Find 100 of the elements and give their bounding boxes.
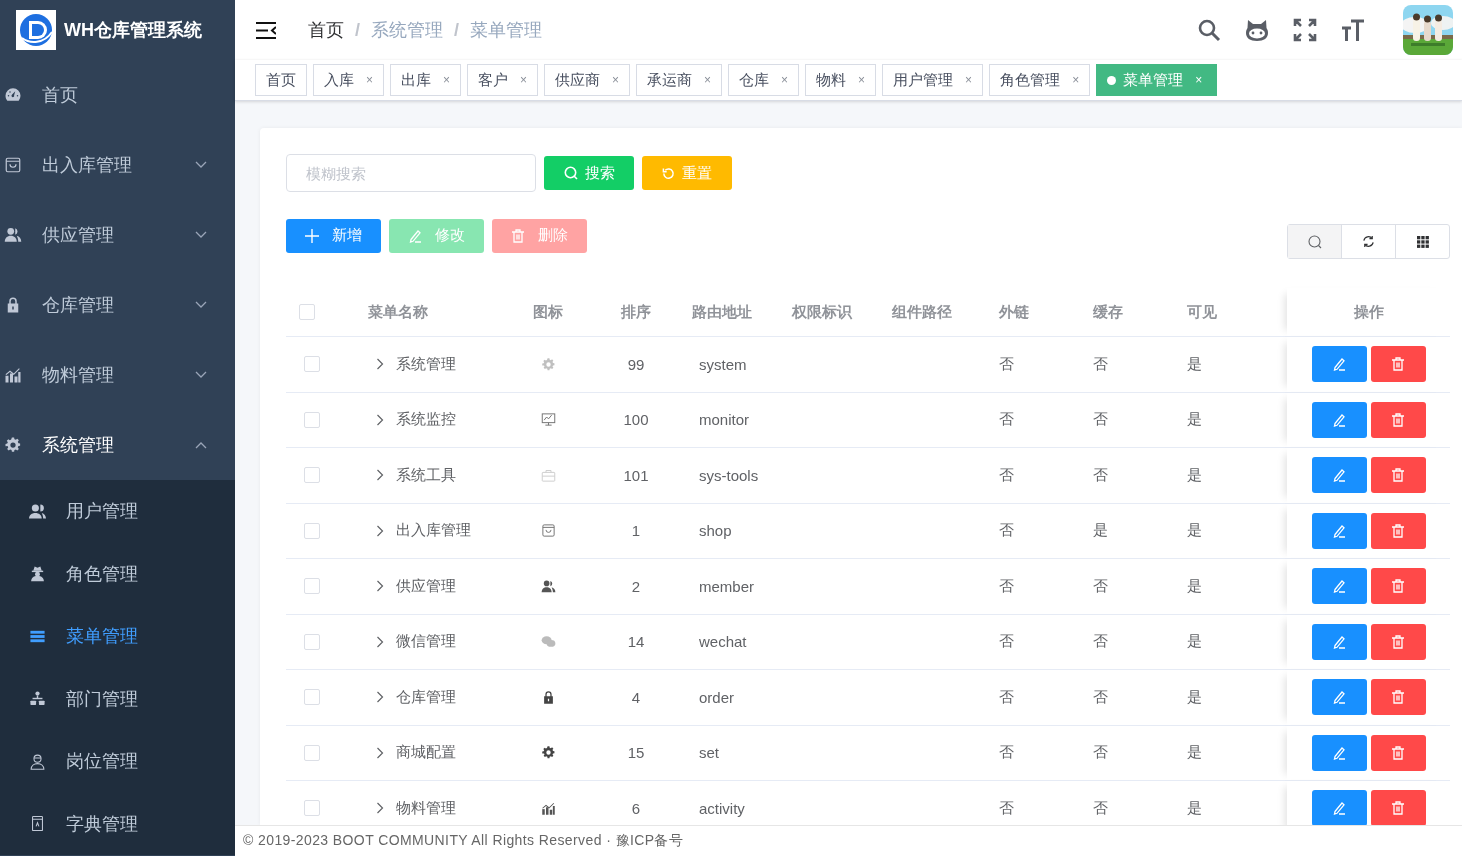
breadcrumb-item[interactable]: 首页 <box>308 18 344 42</box>
edit-button[interactable] <box>1311 512 1367 549</box>
delete-button[interactable] <box>1370 457 1426 494</box>
expand-icon[interactable] <box>376 635 384 648</box>
column-header: 权限标识 <box>792 302 853 322</box>
expand-icon[interactable] <box>376 802 384 815</box>
sidebar-item[interactable]: 首页 <box>0 60 235 130</box>
tab[interactable]: 仓库 × <box>728 64 800 96</box>
sidebar-item[interactable]: 物料管理 <box>0 340 235 410</box>
sidebar-subitem[interactable]: 部门管理 <box>0 667 235 730</box>
footer-text: © 2019-2023 BOOT COMMUNITY All Rights Reserved · 豫ICP备号 <box>243 832 684 850</box>
delete-button[interactable] <box>1370 734 1426 771</box>
add-button[interactable]: 新增 <box>286 218 381 253</box>
delete-button[interactable] <box>1370 401 1426 438</box>
close-icon[interactable]: × <box>520 73 528 87</box>
column-header: 排序 <box>620 302 652 322</box>
checkbox[interactable] <box>304 522 320 539</box>
tab[interactable]: 承运商 × <box>636 64 723 96</box>
delete-button[interactable] <box>1370 679 1426 716</box>
checkbox[interactable] <box>304 356 320 373</box>
checkbox[interactable] <box>304 633 320 650</box>
expand-icon[interactable] <box>376 524 384 537</box>
expand-icon[interactable] <box>376 580 384 593</box>
checkbox[interactable] <box>304 578 320 595</box>
table-cell-text: 14 <box>626 633 646 651</box>
delete-button[interactable] <box>1370 346 1426 383</box>
trash-icon <box>1391 801 1405 816</box>
edit-button[interactable] <box>1311 346 1367 383</box>
table-cell-text: 6 <box>630 799 642 817</box>
fullscreen-icon[interactable] <box>1293 18 1317 42</box>
tab[interactable]: 入库 × <box>313 64 384 96</box>
trash-icon <box>1391 745 1405 760</box>
edit-button[interactable] <box>1311 734 1367 771</box>
delete-button[interactable] <box>1370 568 1426 605</box>
table-cell: 仓库管理 <box>396 687 456 707</box>
sidebar-subitem[interactable]: 用户管理 <box>0 480 235 543</box>
tab[interactable]: 角色管理 × <box>989 64 1091 96</box>
tab[interactable]: 首页 <box>255 64 307 96</box>
table-cell-text: 否 <box>1092 410 1109 430</box>
edit-button[interactable] <box>1311 401 1367 438</box>
expand-icon[interactable] <box>376 358 384 371</box>
close-icon[interactable]: × <box>366 73 373 87</box>
expand-icon[interactable] <box>376 469 384 482</box>
table-cell-text: 否 <box>998 465 1015 485</box>
breadcrumb-separator: / <box>454 19 460 41</box>
close-icon[interactable]: × <box>1072 73 1080 87</box>
close-icon[interactable]: × <box>781 73 789 87</box>
sidebar-item[interactable]: 出入库管理 <box>0 130 235 200</box>
column-header: 菜单名称 <box>368 302 428 322</box>
sidebar-subitem[interactable]: 字典管理 <box>0 792 235 855</box>
column-header: 操作 <box>1353 302 1384 322</box>
close-icon[interactable]: × <box>704 73 712 87</box>
checkbox[interactable] <box>299 304 315 320</box>
close-icon[interactable]: × <box>965 73 973 87</box>
tab[interactable]: 物料 × <box>805 64 877 96</box>
table-cell-text: 是 <box>1186 687 1203 707</box>
sidebar-item[interactable]: 供应管理 <box>0 200 235 270</box>
sidebar-subitem[interactable]: 岗位管理 <box>0 730 235 793</box>
checkbox[interactable] <box>304 800 320 817</box>
edit-button[interactable] <box>1311 457 1367 494</box>
edit-button[interactable] <box>1311 623 1367 660</box>
tab[interactable]: 出库 × <box>390 64 462 96</box>
table-cell-text: wechat <box>698 633 748 651</box>
close-icon[interactable]: × <box>443 73 451 87</box>
breadcrumb-separator: / <box>355 19 360 41</box>
column-header: 外链 <box>998 302 1030 322</box>
checkbox[interactable] <box>304 689 320 706</box>
close-icon[interactable]: × <box>858 73 866 87</box>
checkbox[interactable] <box>304 744 320 761</box>
table-cell-text: activity <box>698 799 746 817</box>
app-title: WH仓库管理系统 <box>64 19 202 42</box>
expand-icon[interactable] <box>376 746 384 759</box>
table-cell-text: 否 <box>1092 465 1109 485</box>
expand-icon[interactable] <box>376 413 384 426</box>
sidebar-item[interactable]: 仓库管理 <box>0 270 235 340</box>
edit-button[interactable] <box>1311 679 1367 716</box>
table-cell-text: 否 <box>998 576 1015 596</box>
sidebar-subitem[interactable]: 菜单管理 <box>0 605 235 668</box>
checkbox[interactable] <box>304 411 320 428</box>
text-size-icon[interactable] <box>1341 18 1365 42</box>
checkbox[interactable] <box>304 467 320 484</box>
tab[interactable]: 客户 × <box>467 64 539 96</box>
sidebar-subitem[interactable]: 角色管理 <box>0 542 235 605</box>
table-cell: 物料管理 <box>396 798 456 818</box>
tab[interactable]: 用户管理 × <box>882 64 984 96</box>
delete-button[interactable] <box>1370 623 1426 660</box>
table-cell: 出入库管理 <box>396 521 471 541</box>
sidebar-item[interactable]: 系统管理 <box>0 410 235 480</box>
close-icon[interactable]: × <box>612 73 620 87</box>
edit-button[interactable] <box>1311 790 1367 825</box>
column-header: 图标 <box>532 302 564 322</box>
search-field[interactable]: 模糊搜索 <box>286 154 536 192</box>
cat-icon[interactable] <box>1245 18 1269 42</box>
search-icon[interactable] <box>1197 18 1221 42</box>
expand-icon[interactable] <box>376 691 384 704</box>
edit-button[interactable] <box>1311 568 1367 605</box>
delete-button[interactable] <box>1370 512 1426 549</box>
delete-button[interactable] <box>1370 790 1426 825</box>
pencil-icon <box>1332 468 1346 483</box>
tab[interactable]: 供应商 × <box>544 64 631 96</box>
